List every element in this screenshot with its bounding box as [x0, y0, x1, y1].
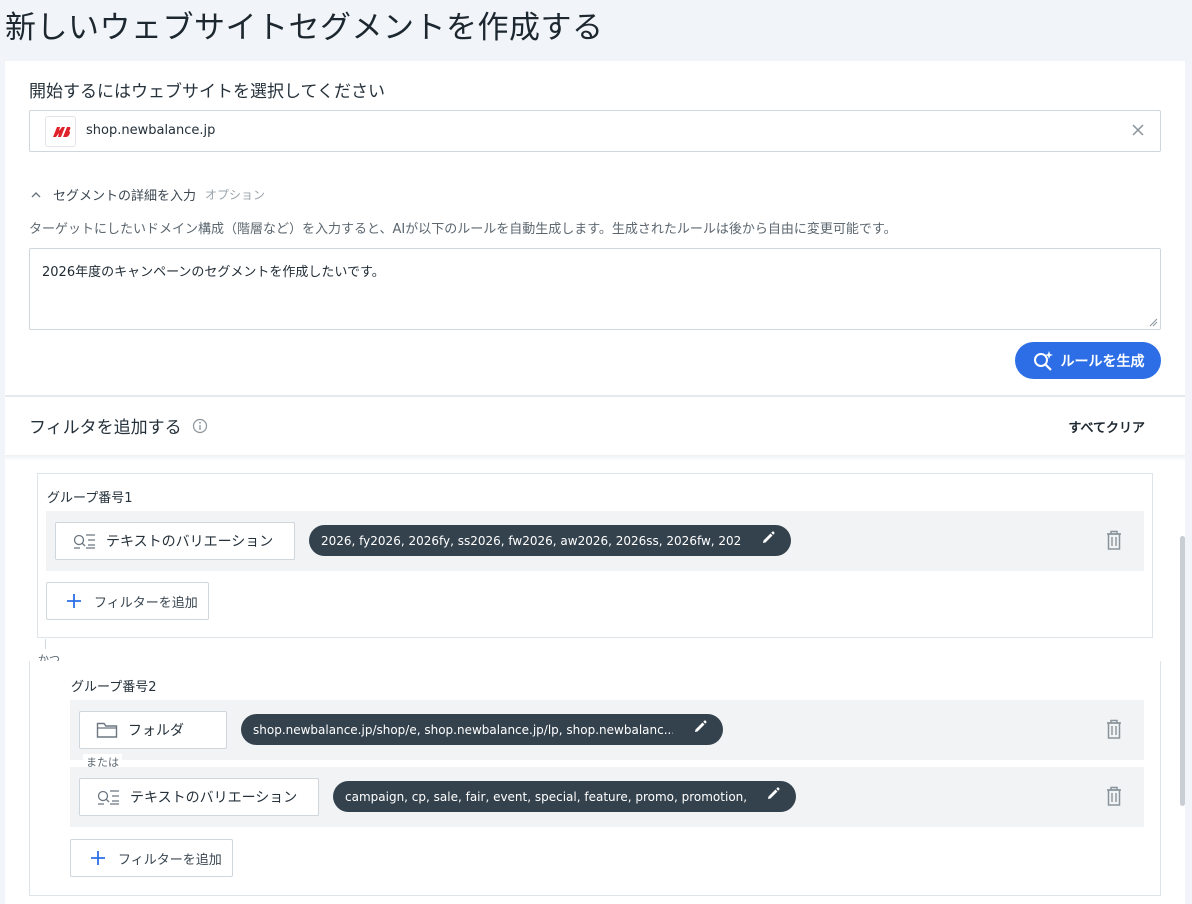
trash-icon[interactable] — [1104, 529, 1124, 551]
add-filter-label: フィルターを追加 — [94, 595, 198, 611]
trash-icon[interactable] — [1104, 785, 1124, 807]
folder-icon — [96, 722, 118, 738]
chevron-up-icon — [31, 191, 41, 197]
filter-row: テキストのバリエーション 2026, fy2026, 2026fy, ss202… — [46, 511, 1144, 571]
clear-selection-icon[interactable] — [1130, 122, 1146, 138]
details-hint: ターゲットにしたいドメイン構成（階層など）を入力すると、AIが以下のルールを自動… — [29, 222, 897, 237]
filter-value-pill[interactable]: shop.newbalance.jp/shop/e, shop.newbalan… — [241, 714, 723, 745]
generate-rules-button[interactable]: ルールを生成 — [1015, 342, 1161, 379]
resize-handle-icon[interactable] — [1149, 318, 1158, 327]
filter-type-select[interactable]: テキストのバリエーション — [79, 778, 319, 816]
add-filter-label: フィルターを追加 — [118, 852, 222, 868]
segment-form-card: 開始するにはウェブサイトを選択してください shop.newbalance.jp… — [5, 61, 1185, 904]
header-shadow — [5, 455, 1185, 461]
trash-icon[interactable] — [1104, 718, 1124, 740]
segment-details-label: セグメントの詳細を入力 — [53, 189, 197, 204]
filter-value: campaign, cp, sale, fair, event, special… — [345, 789, 749, 804]
scrollbar[interactable] — [1180, 536, 1185, 806]
group-title: グループ番号2 — [71, 680, 157, 695]
optional-label: オプション — [205, 188, 266, 202]
page-title: 新しいウェブサイトセグメントを作成する — [5, 10, 604, 46]
edit-icon[interactable] — [766, 787, 780, 801]
filters-header: フィルタを追加する — [29, 413, 208, 438]
website-select-label: 開始するにはウェブサイトを選択してください — [29, 82, 385, 102]
edit-icon[interactable] — [761, 531, 775, 545]
new-balance-logo-icon — [45, 116, 76, 147]
plus-icon — [67, 594, 81, 608]
plus-icon — [91, 851, 105, 865]
text-variation-icon — [73, 534, 95, 549]
section-divider — [5, 395, 1185, 397]
selected-website: shop.newbalance.jp — [86, 123, 216, 138]
add-filter-button[interactable]: フィルターを追加 — [46, 582, 209, 620]
filter-value: shop.newbalance.jp/shop/e, shop.newbalan… — [253, 722, 673, 737]
generate-rules-label: ルールを生成 — [1060, 353, 1145, 370]
filter-group-1: グループ番号1 テキストのバリエーション 2026, fy2026, 2026f… — [37, 473, 1153, 638]
filter-type-select[interactable]: テキストのバリエーション — [55, 522, 295, 560]
filter-row: フォルダ shop.newbalance.jp/shop/e, shop.new… — [70, 700, 1144, 760]
segment-details-textarea[interactable]: 2026年度のキャンペーンのセグメントを作成したいです。 — [29, 248, 1161, 330]
filter-row: テキストのバリエーション campaign, cp, sale, fair, e… — [70, 767, 1144, 827]
segment-details-value: 2026年度のキャンペーンのセグメントを作成したいです。 — [42, 265, 385, 280]
filter-type-label: テキストのバリエーション — [130, 790, 298, 806]
filter-type-select[interactable]: フォルダ — [79, 711, 227, 749]
filter-type-label: フォルダ — [128, 723, 184, 739]
group-title: グループ番号1 — [47, 491, 133, 506]
filter-value-pill[interactable]: campaign, cp, sale, fair, event, special… — [333, 781, 796, 812]
info-icon[interactable] — [192, 418, 208, 434]
filter-value: 2026, fy2026, 2026fy, ss2026, fw2026, aw… — [321, 533, 741, 548]
clear-all-button[interactable]: すべてクリア — [1068, 417, 1145, 436]
text-variation-icon — [97, 790, 119, 805]
edit-icon[interactable] — [693, 720, 707, 734]
ai-search-icon — [1033, 350, 1053, 371]
add-filter-button[interactable]: フィルターを追加 — [70, 839, 233, 877]
website-select[interactable]: shop.newbalance.jp — [29, 110, 1161, 152]
filters-title: フィルタを追加する — [29, 418, 182, 438]
filter-type-label: テキストのバリエーション — [106, 534, 274, 550]
filter-value-pill[interactable]: 2026, fy2026, 2026fy, ss2026, fw2026, aw… — [309, 525, 791, 556]
segment-details-toggle[interactable]: セグメントの詳細を入力 オプション — [29, 185, 265, 204]
filter-group-2: グループ番号2 フォルダ shop.newbalance.jp/shop/e, … — [29, 661, 1161, 896]
group-connector — [45, 639, 46, 649]
